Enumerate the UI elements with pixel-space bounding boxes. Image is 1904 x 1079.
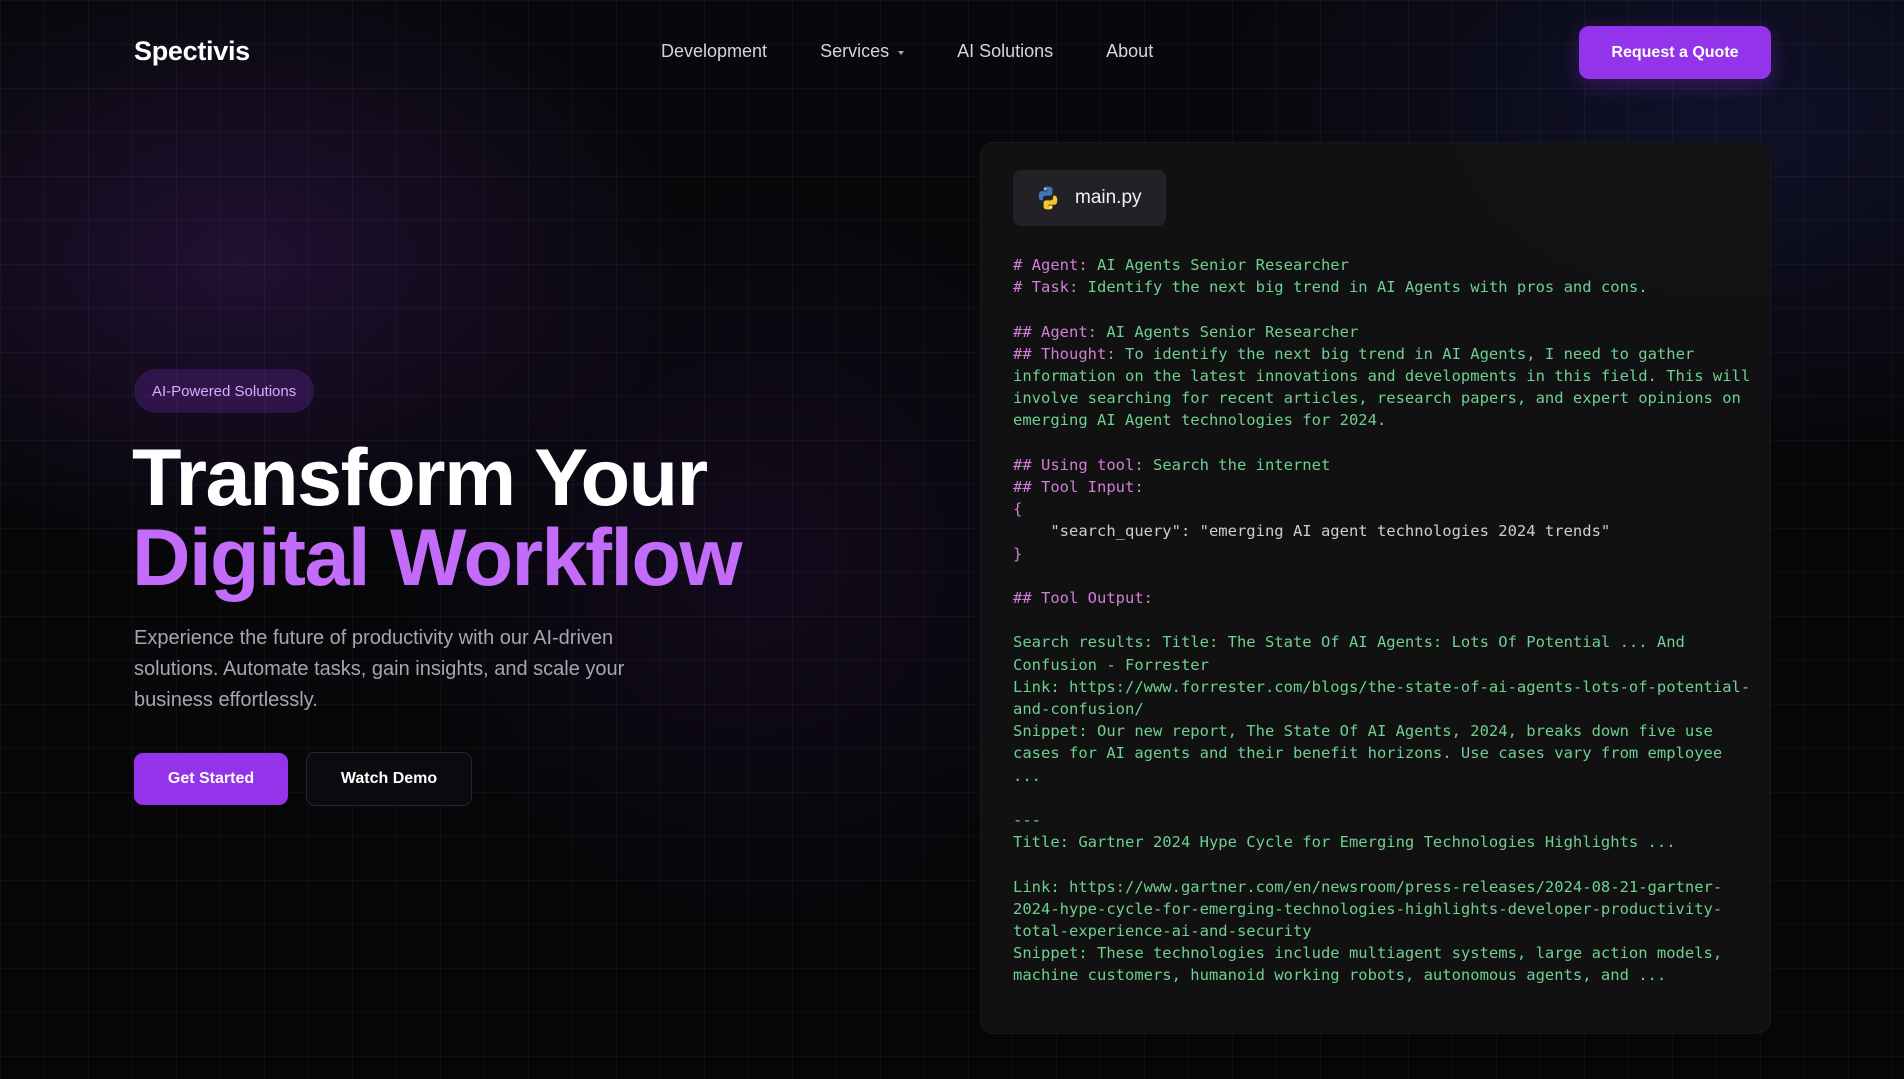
code-comment-value: To identify the next big trend in AI Age…	[1013, 344, 1760, 430]
code-line: ## Using tool: Search the internet	[1013, 454, 1753, 476]
code-comment-key: # Task:	[1013, 278, 1079, 297]
hero-badge: AI-Powered Solutions	[134, 369, 315, 413]
code-line: "search_query": "emerging AI agent techn…	[1013, 520, 1753, 542]
code-line: ## Thought: To identify the next big tre…	[1013, 343, 1753, 432]
brand-logo[interactable]: Spectivis	[134, 36, 250, 67]
nav-link-services[interactable]: Services	[820, 41, 905, 62]
code-line: ---	[1013, 809, 1753, 831]
page: Spectivis Development Services AI Soluti…	[0, 0, 1904, 1079]
code-output-text: Snippet: Our new report, The State Of AI…	[1013, 722, 1732, 785]
code-output-text: ---	[1013, 811, 1041, 829]
code-line: Link: https://www.forrester.com/blogs/th…	[1013, 676, 1753, 720]
code-comment-key: ## Tool Output:	[1013, 589, 1153, 607]
code-comment-key: ## Using tool:	[1013, 455, 1144, 474]
top-nav: Spectivis Development Services AI Soluti…	[0, 0, 1904, 105]
code-output-text: Search results: Title: The State Of AI A…	[1013, 633, 1695, 674]
nav-links: Development Services AI Solutions About	[661, 41, 1153, 62]
code-line: {	[1013, 498, 1753, 520]
code-line: Snippet: Our new report, The State Of AI…	[1013, 720, 1753, 787]
get-started-button[interactable]: Get Started	[134, 753, 288, 805]
code-output-text: Snippet: These technologies include mult…	[1013, 944, 1732, 985]
code-comment-value: Search the internet	[1143, 455, 1331, 474]
hero-title-line2: Digital Workflow	[132, 513, 743, 603]
code-line: # Agent: AI Agents Senior Researcher	[1013, 254, 1753, 276]
nav-link-development[interactable]: Development	[661, 41, 767, 62]
code-output-text: Link: https://www.gartner.com/en/newsroo…	[1013, 877, 1723, 940]
code-line: ## Agent: AI Agents Senior Researcher	[1013, 321, 1753, 343]
code-panel: main.py # Agent: AI Agents Senior Resear…	[980, 142, 1771, 1034]
code-output-text: Link: https://www.forrester.com/blogs/th…	[1013, 677, 1751, 718]
code-line: Title: Gartner 2024 Hype Cycle for Emerg…	[1013, 831, 1753, 853]
request-quote-button[interactable]: Request a Quote	[1579, 26, 1771, 79]
code-line: }	[1013, 543, 1753, 565]
code-comment-key: ## Agent:	[1013, 322, 1097, 341]
hero-subtitle: Experience the future of productivity wi…	[134, 627, 625, 711]
code-block: # Agent: AI Agents Senior Researcher # Ta…	[1013, 254, 1753, 987]
file-name: main.py	[1075, 187, 1142, 208]
hero-title-line1: Transform Your	[132, 433, 708, 523]
code-comment-value: AI Agents Senior Researcher	[1087, 256, 1349, 274]
code-line: ## Tool Output:	[1013, 587, 1753, 609]
code-output-text: Title: Gartner 2024 Hype Cycle for Emerg…	[1013, 833, 1676, 852]
nav-link-label: Development	[661, 41, 768, 61]
python-icon	[1038, 186, 1058, 210]
code-line: ## Tool Input:	[1013, 476, 1753, 498]
watch-demo-button[interactable]: Watch Demo	[306, 752, 472, 806]
code-brace: }	[1013, 544, 1023, 563]
code-comment-key: # Agent:	[1013, 256, 1088, 274]
code-comment-value: Identify the next big trend in AI Agents…	[1078, 278, 1648, 297]
code-line: Snippet: These technologies include mult…	[1013, 942, 1753, 986]
hero-title: Transform Your Digital Workflow	[132, 433, 743, 603]
nav-link-label: AI Solutions	[957, 41, 1054, 61]
code-json-text: "search_query": "emerging AI agent techn…	[1013, 522, 1611, 541]
code-comment-key: ## Thought:	[1013, 344, 1116, 363]
code-line: # Task: Identify the next big trend in A…	[1013, 276, 1753, 298]
code-comment-key: ## Tool Input:	[1013, 478, 1144, 496]
code-line: Link: https://www.gartner.com/en/newsroo…	[1013, 876, 1753, 943]
file-tab[interactable]: main.py	[1013, 170, 1166, 226]
nav-link-label: About	[1106, 41, 1154, 61]
nav-link-ai-solutions[interactable]: AI Solutions	[957, 41, 1053, 62]
chevron-down-icon	[898, 50, 905, 55]
code-comment-value: AI Agents Senior Researcher	[1097, 322, 1359, 341]
nav-link-label: Services	[820, 41, 890, 61]
nav-link-about[interactable]: About	[1106, 41, 1153, 62]
code-line: Search results: Title: The State Of AI A…	[1013, 631, 1753, 675]
code-brace: {	[1013, 500, 1023, 519]
